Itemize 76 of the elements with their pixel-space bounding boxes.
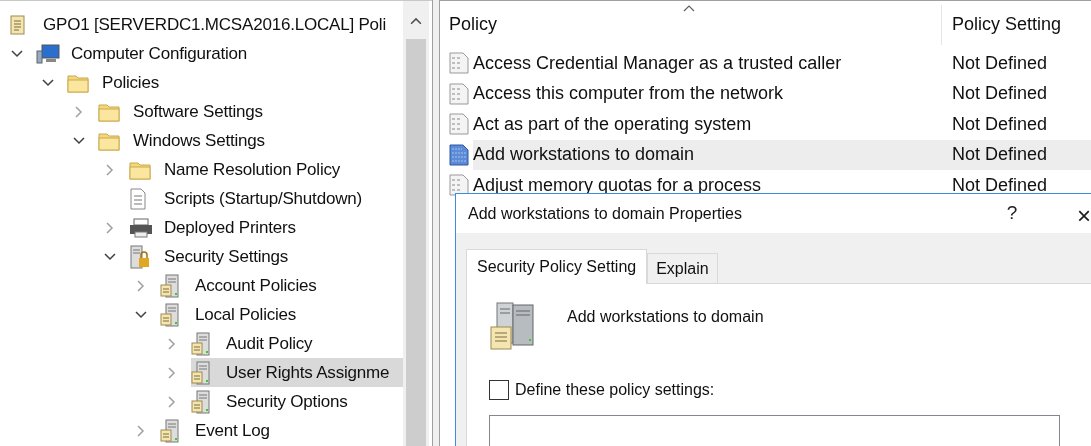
tree-item[interactable]: Computer Configuration (36, 39, 248, 68)
policy-setting: Not Defined (951, 82, 1048, 106)
folder-icon (98, 130, 120, 151)
collapsed-chevron-icon[interactable] (106, 164, 114, 176)
policy-setting: Not Defined (951, 51, 1048, 75)
scroll-thumb[interactable] (406, 38, 426, 446)
policy-row[interactable]: Act as part of the operating system Not Defined (473, 109, 1091, 140)
policy-icon (449, 143, 469, 166)
tree-item[interactable]: Name Resolution Policy (129, 155, 341, 184)
help-button[interactable]: ? (999, 198, 1025, 228)
collapsed-chevron-icon[interactable] (168, 367, 176, 379)
printer-icon (129, 217, 153, 238)
tree-item[interactable]: Windows Settings (98, 126, 265, 155)
collapsed-chevron-icon[interactable] (75, 106, 83, 118)
policy-name: Adjust memory quotas for a process (473, 173, 763, 197)
tree-item[interactable]: Local Policies (160, 300, 297, 329)
policy-setting: Not Defined (951, 173, 1048, 197)
policy-row[interactable]: Adjust memory quotas for a process Not Defined (473, 170, 1091, 201)
folder-icon (129, 159, 151, 180)
collapsed-chevron-icon[interactable] (168, 396, 176, 408)
tree-item[interactable]: Policies (67, 68, 159, 97)
tree-item[interactable]: User Rights Assignme (191, 358, 404, 387)
policy-name: Add workstations to domain (473, 143, 696, 167)
tree-item[interactable]: Event Log (160, 416, 270, 445)
expanded-chevron-icon[interactable] (11, 50, 23, 58)
expanded-chevron-icon[interactable] (104, 253, 116, 261)
tab[interactable]: Security Policy Setting (466, 249, 648, 284)
pane-splitter[interactable] (432, 0, 440, 446)
dialog-title: Add workstations to domain Properties (467, 203, 742, 224)
scroll-icon (8, 13, 28, 36)
policy-icon (449, 113, 469, 136)
policy-name: Access this computer from the network (473, 82, 785, 106)
policy-setting: Not Defined (951, 112, 1048, 136)
collapsed-chevron-icon[interactable] (137, 425, 145, 437)
expanded-chevron-icon[interactable] (135, 311, 147, 319)
policy-name: Access Credential Manager as a trusted caller (473, 51, 843, 75)
policy-icon (449, 82, 469, 105)
column-header[interactable]: Policy Setting (942, 4, 1062, 45)
policy-name: Act as part of the operating system (473, 112, 753, 136)
tab[interactable]: Explain (647, 253, 718, 283)
column-header[interactable]: Policy (440, 4, 942, 45)
tree-item[interactable]: Security Settings (129, 242, 289, 271)
collapsed-chevron-icon[interactable] (137, 280, 145, 292)
policy-icon (449, 52, 469, 75)
policy-row[interactable]: Access this computer from the network Not Defined (473, 78, 1091, 109)
tree-item[interactable]: Software Settings (98, 97, 263, 126)
tree-item[interactable]: Account Policies (160, 271, 317, 300)
server-icon (191, 360, 211, 385)
folder-icon (98, 101, 120, 122)
scrollbar[interactable] (403, 1, 429, 446)
tree-item[interactable]: Security Options (191, 387, 348, 416)
script-icon (129, 187, 147, 210)
checkbox[interactable] (489, 380, 509, 400)
server-icon (191, 389, 211, 414)
tree-item[interactable]: GPO1 [SERVERDC1.MCSA2016.LOCAL] Poli (8, 10, 387, 39)
collapsed-chevron-icon[interactable] (168, 338, 176, 350)
checkbox-label: Define these policy settings: (515, 380, 715, 400)
folder-icon (67, 72, 89, 93)
tree-item[interactable]: Scripts (Startup/Shutdown) (129, 184, 362, 213)
server-icon (191, 331, 211, 356)
policy-name: Add workstations to domain (567, 307, 764, 327)
close-button[interactable]: × (1074, 198, 1091, 228)
sort-caret-icon (683, 5, 695, 12)
collapsed-chevron-icon[interactable] (106, 222, 114, 234)
scroll-up-icon[interactable] (410, 17, 422, 25)
tree-item[interactable]: Deployed Printers (129, 213, 296, 242)
computer-icon (36, 42, 60, 65)
expanded-chevron-icon[interactable] (42, 79, 54, 87)
tree-item[interactable]: Audit Policy (191, 329, 313, 358)
server-icon (160, 273, 180, 298)
server-lock-icon (129, 244, 151, 269)
expanded-chevron-icon[interactable] (73, 137, 85, 145)
server-icon (160, 302, 180, 327)
policy-row[interactable]: Access Credential Manager as a trusted caller Not Defined (473, 48, 1091, 79)
server-icon (160, 418, 180, 443)
policy-setting: Not Defined (951, 143, 1048, 167)
